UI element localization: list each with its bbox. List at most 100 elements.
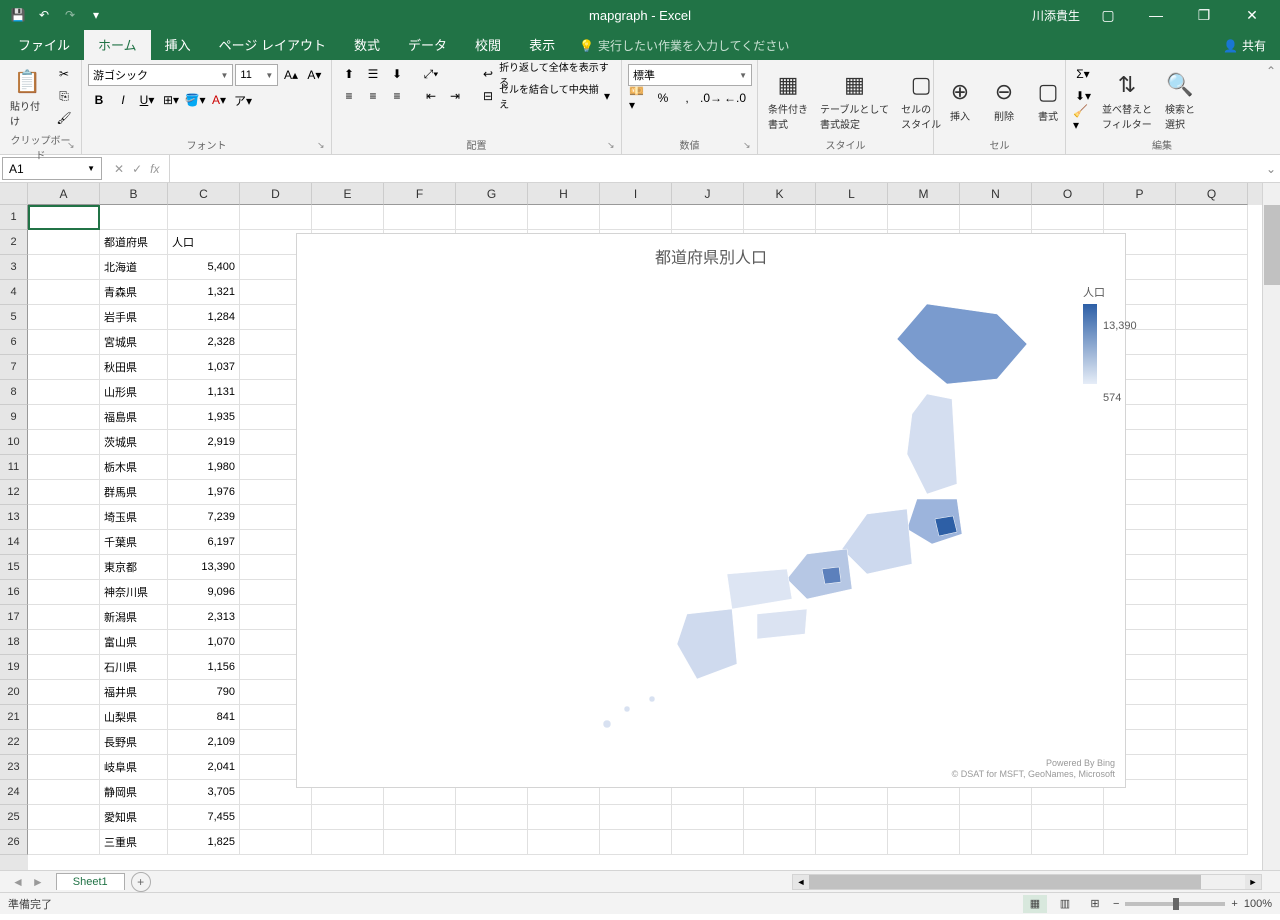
sheet-nav-prev[interactable]: ◄ [12,875,24,889]
column-header-C[interactable]: C [168,183,240,205]
cell-Q6[interactable] [1176,330,1248,355]
font-launcher[interactable]: ↘ [317,140,329,152]
cell-Q13[interactable] [1176,505,1248,530]
paste-button[interactable]: 📋 貼り付け [6,64,49,130]
cell-A4[interactable] [28,280,100,305]
cell-B6[interactable]: 宮城県 [100,330,168,355]
percent-button[interactable]: % [652,88,674,108]
align-top-button[interactable]: ⬆ [338,64,360,84]
cell-B16[interactable]: 神奈川県 [100,580,168,605]
tab-review[interactable]: 校閲 [461,29,515,60]
column-header-E[interactable]: E [312,183,384,205]
row-header-20[interactable]: 20 [0,680,28,705]
scrollbar-thumb[interactable] [1264,205,1280,285]
cell-C4[interactable]: 1,321 [168,280,240,305]
cell-L1[interactable] [816,205,888,230]
cell-Q9[interactable] [1176,405,1248,430]
cell-C22[interactable]: 2,109 [168,730,240,755]
font-name-combo[interactable]: 游ゴシック▼ [88,64,233,86]
cell-N26[interactable] [960,830,1032,855]
cell-Q23[interactable] [1176,755,1248,780]
cell-F25[interactable] [384,805,456,830]
cell-C11[interactable]: 1,980 [168,455,240,480]
row-header-17[interactable]: 17 [0,605,28,630]
autosum-button[interactable]: Σ▾ [1072,64,1094,84]
cell-C26[interactable]: 1,825 [168,830,240,855]
cell-F26[interactable] [384,830,456,855]
cell-G25[interactable] [456,805,528,830]
increase-font-button[interactable]: A▴ [280,65,301,85]
cell-H26[interactable] [528,830,600,855]
customize-qat-button[interactable]: ▾ [84,3,108,27]
cell-A1[interactable] [28,205,100,230]
cell-J25[interactable] [672,805,744,830]
cell-A24[interactable] [28,780,100,805]
font-size-combo[interactable]: 11▼ [235,64,278,86]
cell-A14[interactable] [28,530,100,555]
cell-C21[interactable]: 841 [168,705,240,730]
align-right-button[interactable]: ≡ [386,86,408,106]
cell-A10[interactable] [28,430,100,455]
merge-center-button[interactable]: ⊟ セルを結合して中央揃え▾ [478,86,615,106]
cell-K25[interactable] [744,805,816,830]
zoom-in-button[interactable]: + [1231,898,1237,910]
cell-K1[interactable] [744,205,816,230]
cell-A3[interactable] [28,255,100,280]
conditional-format-button[interactable]: ▦ 条件付き 書式 [764,64,812,135]
cell-B1[interactable] [100,205,168,230]
row-header-23[interactable]: 23 [0,755,28,780]
cell-O1[interactable] [1032,205,1104,230]
tab-home[interactable]: ホーム [84,29,151,60]
cell-Q2[interactable] [1176,230,1248,255]
cell-C8[interactable]: 1,131 [168,380,240,405]
cell-C9[interactable]: 1,935 [168,405,240,430]
clear-button[interactable]: 🧹▾ [1072,108,1094,128]
format-painter-button[interactable]: 🖌 [53,108,75,128]
cell-F1[interactable] [384,205,456,230]
cell-B18[interactable]: 富山県 [100,630,168,655]
cell-A13[interactable] [28,505,100,530]
cell-C15[interactable]: 13,390 [168,555,240,580]
cell-A19[interactable] [28,655,100,680]
cell-Q12[interactable] [1176,480,1248,505]
cell-B22[interactable]: 長野県 [100,730,168,755]
cell-B5[interactable]: 岩手県 [100,305,168,330]
row-header-26[interactable]: 26 [0,830,28,855]
cell-Q26[interactable] [1176,830,1248,855]
decrease-font-button[interactable]: A▾ [304,65,325,85]
zoom-level[interactable]: 100% [1244,898,1272,910]
cell-B4[interactable]: 青森県 [100,280,168,305]
cell-C16[interactable]: 9,096 [168,580,240,605]
cell-Q21[interactable] [1176,705,1248,730]
cell-B12[interactable]: 群馬県 [100,480,168,505]
fill-button[interactable]: ⬇▾ [1072,86,1094,106]
cell-Q25[interactable] [1176,805,1248,830]
cell-Q15[interactable] [1176,555,1248,580]
scroll-left-button[interactable]: ◄ [793,875,809,889]
tab-view[interactable]: 表示 [515,29,569,60]
cell-Q5[interactable] [1176,305,1248,330]
select-all-corner[interactable] [0,183,28,205]
cell-B7[interactable]: 秋田県 [100,355,168,380]
comma-button[interactable]: , [676,88,698,108]
cell-M1[interactable] [888,205,960,230]
zoom-out-button[interactable]: − [1113,898,1119,910]
formula-input[interactable] [170,155,1262,182]
vertical-scrollbar[interactable] [1262,183,1280,870]
cell-C25[interactable]: 7,455 [168,805,240,830]
cell-B21[interactable]: 山梨県 [100,705,168,730]
tell-me-search[interactable]: 💡 実行したい作業を入力してください [569,31,799,60]
cell-C7[interactable]: 1,037 [168,355,240,380]
row-header-7[interactable]: 7 [0,355,28,380]
row-header-3[interactable]: 3 [0,255,28,280]
cell-C20[interactable]: 790 [168,680,240,705]
cell-L26[interactable] [816,830,888,855]
cell-Q3[interactable] [1176,255,1248,280]
cell-G26[interactable] [456,830,528,855]
cell-J26[interactable] [672,830,744,855]
expand-formula-bar-button[interactable]: ⌄ [1262,155,1280,182]
increase-indent-button[interactable]: ⇥ [444,86,466,106]
cell-P26[interactable] [1104,830,1176,855]
minimize-button[interactable]: — [1136,0,1176,30]
column-header-P[interactable]: P [1104,183,1176,205]
